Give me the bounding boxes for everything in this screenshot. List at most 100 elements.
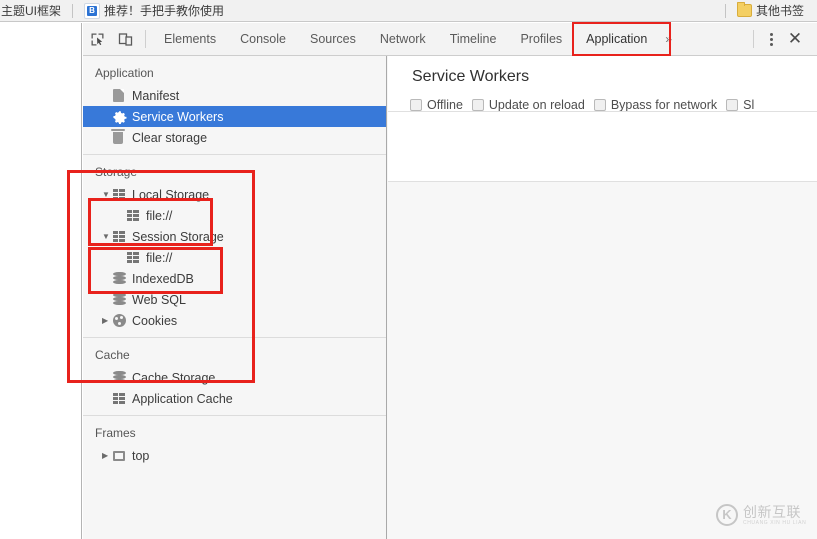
- service-workers-empty-body: [388, 182, 817, 539]
- sidebar-item-label: Clear storage: [132, 130, 208, 145]
- tree-arrow-spacer: ▶: [102, 134, 113, 142]
- inspect-element-icon[interactable]: [83, 23, 111, 55]
- other-bookmarks-label: 其他书签: [755, 4, 804, 18]
- sidebar-item-label: Cache Storage: [132, 370, 216, 385]
- watermark-logo-icon: [716, 504, 738, 526]
- checkbox-box[interactable]: [726, 99, 739, 111]
- bookmarks-divider-right: [724, 3, 726, 18]
- devtools-sidebar: Application ▶ Manifest ▶ Service Workers: [83, 56, 387, 539]
- tree-arrow-spacer: ▶: [102, 374, 113, 382]
- tree-arrow-spacer: ▶: [116, 254, 127, 262]
- checkbox-label: Offline: [427, 98, 463, 112]
- watermark-en: CHUANG XIN HU LIAN: [743, 519, 807, 526]
- sidebar-item-session-storage[interactable]: ▼ Session Storage: [83, 226, 386, 247]
- sidebar-item-label: Session Storage: [132, 229, 224, 244]
- checkbox-label: Sl: [743, 98, 755, 112]
- sidebar-item-label: file://: [146, 208, 173, 223]
- bookmarks-divider: [72, 3, 74, 18]
- checkbox-offline[interactable]: Offline: [410, 98, 463, 112]
- chevron-right-icon[interactable]: ▶: [102, 316, 113, 325]
- database-icon: [113, 292, 130, 307]
- tree-arrow-spacer: ▶: [102, 296, 113, 304]
- checkbox-box[interactable]: [471, 99, 484, 111]
- sidebar-item-application-cache[interactable]: ▶ Application Cache: [83, 388, 386, 409]
- sidebar-item-local-storage-origin[interactable]: ▶ file://: [83, 205, 386, 226]
- sidebar-item-indexeddb[interactable]: ▶ IndexedDB: [83, 268, 386, 289]
- favicon-b-icon: B: [84, 2, 101, 19]
- database-icon: [113, 271, 130, 286]
- checkbox-bypass-for-network[interactable]: Bypass for network: [593, 98, 718, 112]
- table-icon: [113, 187, 130, 202]
- tree-arrow-spacer: ▶: [102, 395, 113, 403]
- sidebar-item-label: Cookies: [132, 313, 178, 328]
- sidebar-item-label: IndexedDB: [132, 271, 194, 286]
- tree-arrow-spacer: ▶: [102, 92, 113, 100]
- table-icon: [127, 250, 144, 265]
- tab-application[interactable]: Application: [574, 23, 659, 55]
- sidebar-item-top-frame[interactable]: ▶ top: [83, 445, 386, 466]
- section-title-application: Application: [95, 66, 154, 80]
- bookmark-item-1[interactable]: B 推荐！手把手教你使用: [79, 1, 229, 21]
- sidebar-item-label: Manifest: [132, 88, 180, 103]
- tab-console[interactable]: Console: [228, 23, 298, 55]
- main-panel-rule: [388, 111, 817, 112]
- page-content-area: [0, 23, 82, 539]
- checkbox-show-all[interactable]: Sl: [726, 98, 754, 112]
- close-icon[interactable]: ✕: [782, 23, 808, 55]
- sidebar-item-session-storage-origin[interactable]: ▶ file://: [83, 247, 386, 268]
- tabs-overflow-chevron-icon[interactable]: »: [659, 23, 678, 55]
- database-icon: [113, 370, 130, 385]
- tree-arrow-spacer: ▶: [116, 212, 127, 220]
- tab-network[interactable]: Network: [368, 23, 438, 55]
- chevron-down-icon[interactable]: ▼: [102, 232, 113, 241]
- document-icon: [113, 88, 130, 103]
- sidebar-item-label: file://: [146, 250, 173, 265]
- toolbar-divider-right: [753, 30, 754, 48]
- toolbar-divider: [145, 30, 146, 48]
- service-worker-options: Offline Update on reload Bypass for netw…: [388, 86, 817, 112]
- other-bookmarks-area: 其他书签: [719, 1, 817, 21]
- watermark-text: 创新互联 CHUANG XIN HU LIAN: [743, 505, 806, 526]
- watermark: 创新互联 CHUANG XIN HU LIAN: [716, 500, 808, 530]
- screenshot-root: 主题UI框架 B 推荐！手把手教你使用 其他书签 Elements Consol…: [0, 0, 817, 539]
- sidebar-item-local-storage[interactable]: ▼ Local Storage: [83, 184, 386, 205]
- other-bookmarks-button[interactable]: 其他书签: [732, 1, 809, 21]
- sidebar-item-service-workers[interactable]: ▶ Service Workers: [83, 106, 386, 127]
- sidebar-item-manifest[interactable]: ▶ Manifest: [83, 85, 386, 106]
- section-title-storage: Storage: [95, 165, 138, 179]
- tab-timeline[interactable]: Timeline: [438, 23, 509, 55]
- sidebar-section-storage: Storage ▼ Local Storage ▶ file:// ▼ Sess…: [83, 155, 386, 338]
- table-icon: [113, 391, 130, 406]
- checkbox-label: Bypass for network: [610, 98, 718, 112]
- sidebar-section-frames: Frames ▶ top: [83, 416, 386, 466]
- sidebar-item-label: Web SQL: [132, 292, 186, 307]
- chevron-right-icon[interactable]: ▶: [102, 451, 113, 460]
- table-icon: [127, 208, 144, 223]
- chevron-down-icon[interactable]: ▼: [102, 190, 113, 199]
- bookmark-label: 推荐！手把手教你使用: [104, 4, 225, 18]
- devtools-tab-strip: Elements Console Sources Network Timelin…: [152, 23, 678, 55]
- bookmark-item-0[interactable]: 主题UI框架: [0, 1, 66, 21]
- bookmark-label: 主题UI框架: [1, 4, 62, 18]
- section-title-frames: Frames: [95, 426, 136, 440]
- tab-sources[interactable]: Sources: [298, 23, 368, 55]
- tab-elements[interactable]: Elements: [152, 23, 228, 55]
- cookie-icon: [113, 313, 130, 328]
- tab-profiles[interactable]: Profiles: [508, 23, 574, 55]
- device-toolbar-icon[interactable]: [111, 23, 139, 55]
- sidebar-item-cookies[interactable]: ▶ Cookies: [83, 310, 386, 331]
- sidebar-item-label: Service Workers: [132, 109, 224, 124]
- sidebar-item-cache-storage[interactable]: ▶ Cache Storage: [83, 367, 386, 388]
- checkbox-box[interactable]: [593, 99, 606, 111]
- sidebar-item-clear-storage[interactable]: ▶ Clear storage: [83, 127, 386, 148]
- section-title-cache: Cache: [95, 348, 130, 362]
- sidebar-item-label: Local Storage: [132, 187, 210, 202]
- checkbox-update-on-reload[interactable]: Update on reload: [471, 98, 585, 112]
- kebab-menu-icon[interactable]: [760, 23, 782, 55]
- checkbox-label: Update on reload: [488, 98, 585, 112]
- sidebar-item-web-sql[interactable]: ▶ Web SQL: [83, 289, 386, 310]
- sidebar-item-label: top: [132, 448, 150, 463]
- devtools-main-panel: Service Workers Offline Update on reload…: [388, 56, 817, 539]
- frame-icon: [113, 448, 130, 463]
- checkbox-box[interactable]: [410, 99, 422, 111]
